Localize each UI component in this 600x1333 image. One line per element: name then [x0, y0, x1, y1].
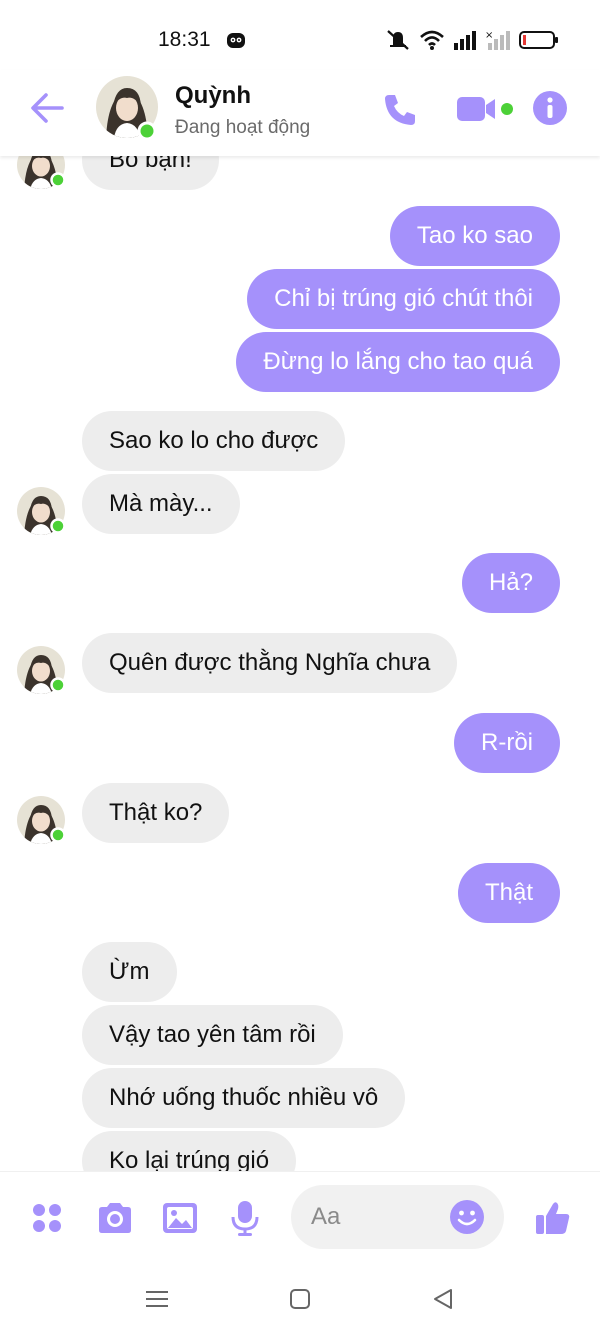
active-status: Đang hoạt động: [175, 117, 311, 138]
message-outgoing[interactable]: Đừng lo lắng cho tao quá: [236, 332, 560, 392]
emoji-icon[interactable]: [449, 1199, 485, 1235]
message-incoming[interactable]: Bỏ bạn!: [82, 156, 219, 190]
message-incoming[interactable]: Vậy tao yên tâm rồi: [82, 1005, 343, 1065]
message-composer: Aa: [0, 1171, 600, 1263]
status-icons: ×: [385, 28, 559, 52]
message-outgoing[interactable]: Tao ko sao: [389, 206, 560, 266]
recent-apps-icon[interactable]: [143, 1285, 171, 1313]
info-icon[interactable]: [532, 90, 568, 126]
more-actions-icon[interactable]: [27, 1198, 67, 1238]
message-incoming[interactable]: Thật ko?: [82, 783, 230, 843]
message-input-placeholder: Aa: [311, 1203, 341, 1230]
conversation-header: Quỳnh Đang hoạt động: [0, 70, 600, 156]
svg-text:×: ×: [485, 30, 493, 41]
wifi-icon: [420, 30, 444, 50]
message-incoming[interactable]: Nhớ uống thuốc nhiều vô: [82, 1068, 406, 1128]
back-arrow-icon[interactable]: [28, 90, 68, 126]
battery-icon: [519, 31, 558, 49]
signal-icon: [454, 31, 476, 50]
contact-avatar[interactable]: [96, 76, 158, 138]
message-list[interactable]: Bỏ bạn! Tao ko sao Chỉ bị trúng gió chút…: [0, 156, 600, 1171]
status-bar: 18:31 ×: [0, 0, 600, 80]
message-incoming[interactable]: Mà mày...: [82, 474, 240, 534]
home-icon[interactable]: [286, 1285, 314, 1313]
signal-2-icon: ×: [485, 30, 510, 50]
silent-icon: [387, 30, 409, 50]
system-navigation-bar: [0, 1263, 600, 1333]
video-call-icon[interactable]: [455, 95, 515, 123]
message-incoming[interactable]: Quên được thằng Nghĩa chưa: [82, 633, 458, 693]
contact-avatar-small: [17, 487, 66, 535]
back-nav-icon[interactable]: [429, 1285, 457, 1313]
app-notification-icon: [227, 33, 245, 48]
contact-name[interactable]: Quỳnh: [175, 82, 251, 110]
message-outgoing[interactable]: Chỉ bị trúng gió chút thôi: [247, 269, 560, 329]
microphone-icon[interactable]: [225, 1198, 265, 1238]
message-outgoing[interactable]: Thật: [457, 863, 560, 923]
message-outgoing[interactable]: R-rồi: [454, 713, 560, 773]
phone-call-icon[interactable]: [380, 90, 420, 130]
contact-avatar-small: [17, 646, 66, 694]
message-incoming[interactable]: Sao ko lo cho được: [82, 411, 346, 471]
camera-icon[interactable]: [95, 1198, 135, 1238]
thumbs-up-icon[interactable]: [533, 1198, 573, 1238]
message-input[interactable]: Aa: [291, 1185, 504, 1249]
message-incoming[interactable]: Ko lại trúng gió: [82, 1131, 297, 1171]
gallery-icon[interactable]: [160, 1198, 200, 1238]
message-outgoing[interactable]: Hả?: [461, 553, 560, 613]
contact-avatar-small: [17, 796, 66, 844]
contact-avatar-small: [17, 156, 66, 189]
message-incoming[interactable]: Ừm: [82, 942, 177, 1002]
status-time: 18:31: [158, 28, 211, 51]
